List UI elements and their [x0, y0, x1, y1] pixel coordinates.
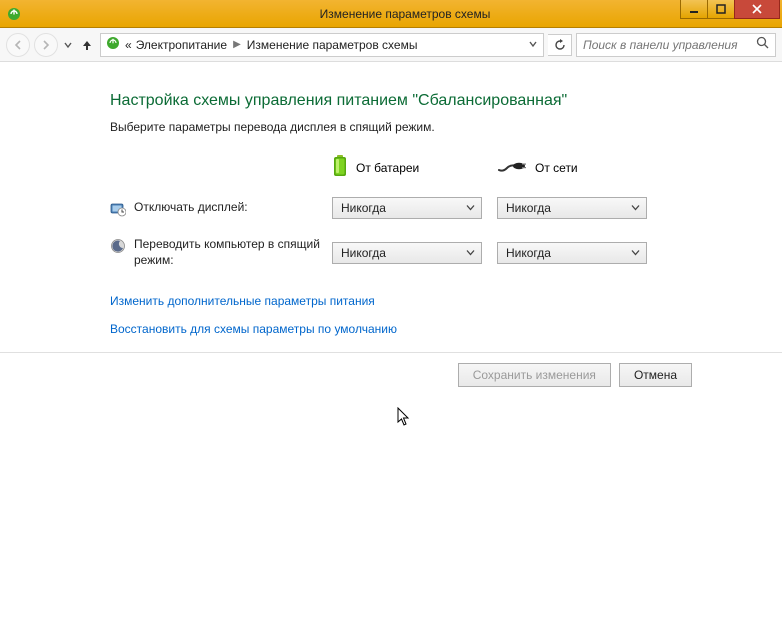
display-off-plugged-value: Никогда — [506, 201, 551, 215]
row-sleep-label: Переводить компьютер в спящий режим: — [134, 237, 332, 268]
history-dropdown-icon[interactable] — [62, 41, 74, 49]
breadcrumb-item-edit-plan[interactable]: Изменение параметров схемы — [247, 38, 418, 52]
column-battery-label: От батареи — [356, 161, 419, 175]
plug-icon — [497, 158, 527, 177]
moon-icon — [110, 238, 126, 254]
sleep-battery-value: Никогда — [341, 246, 386, 260]
content-area: Настройка схемы управления питанием "Сба… — [0, 62, 782, 336]
column-battery: От батареи — [332, 154, 497, 181]
up-button[interactable] — [78, 36, 96, 54]
row-sleep: Переводить компьютер в спящий режим: Ник… — [110, 237, 672, 268]
sleep-plugged-value: Никогда — [506, 246, 551, 260]
footer: Сохранить изменения Отмена — [0, 352, 782, 387]
window-title: Изменение параметров схемы — [28, 7, 782, 21]
search-box[interactable] — [576, 33, 776, 57]
display-off-battery-select[interactable]: Никогда — [332, 197, 482, 219]
display-timer-icon — [110, 201, 126, 217]
titlebar: Изменение параметров схемы — [0, 0, 782, 28]
search-input[interactable] — [583, 38, 756, 52]
power-icon — [105, 35, 121, 54]
refresh-button[interactable] — [548, 34, 572, 56]
save-button[interactable]: Сохранить изменения — [458, 363, 611, 387]
close-button[interactable] — [734, 0, 780, 19]
link-advanced-settings[interactable]: Изменить дополнительные параметры питани… — [110, 294, 672, 308]
cancel-button[interactable]: Отмена — [619, 363, 692, 387]
chevron-down-icon — [631, 201, 640, 215]
chevron-down-icon — [631, 246, 640, 260]
maximize-button[interactable] — [707, 0, 735, 19]
address-dropdown-icon[interactable] — [527, 40, 539, 50]
sleep-battery-select[interactable]: Никогда — [332, 242, 482, 264]
page-heading: Настройка схемы управления питанием "Сба… — [110, 92, 672, 110]
navbar: « Электропитание ▶ Изменение параметров … — [0, 28, 782, 62]
display-off-battery-value: Никогда — [341, 201, 386, 215]
row-display-off: Отключать дисплей: Никогда Никогда — [110, 197, 672, 219]
back-button[interactable] — [6, 33, 30, 57]
cursor-icon — [397, 407, 413, 432]
display-off-plugged-select[interactable]: Никогда — [497, 197, 647, 219]
battery-icon — [332, 154, 348, 181]
app-icon — [0, 6, 28, 22]
minimize-button[interactable] — [680, 0, 708, 19]
breadcrumb-separator-icon: ▶ — [231, 39, 243, 50]
link-restore-defaults[interactable]: Восстановить для схемы параметры по умол… — [110, 322, 672, 336]
search-icon[interactable] — [756, 36, 769, 54]
sleep-plugged-select[interactable]: Никогда — [497, 242, 647, 264]
page-subtitle: Выберите параметры перевода дисплея в сп… — [110, 120, 672, 134]
breadcrumb-prefix: « — [125, 38, 132, 52]
column-plugged-label: От сети — [535, 161, 578, 175]
breadcrumb-item-power[interactable]: Электропитание — [136, 38, 227, 52]
links-section: Изменить дополнительные параметры питани… — [110, 294, 672, 336]
forward-button[interactable] — [34, 33, 58, 57]
chevron-down-icon — [466, 201, 475, 215]
chevron-down-icon — [466, 246, 475, 260]
row-display-off-label: Отключать дисплей: — [134, 200, 248, 216]
column-plugged: От сети — [497, 154, 662, 181]
address-bar[interactable]: « Электропитание ▶ Изменение параметров … — [100, 33, 544, 57]
